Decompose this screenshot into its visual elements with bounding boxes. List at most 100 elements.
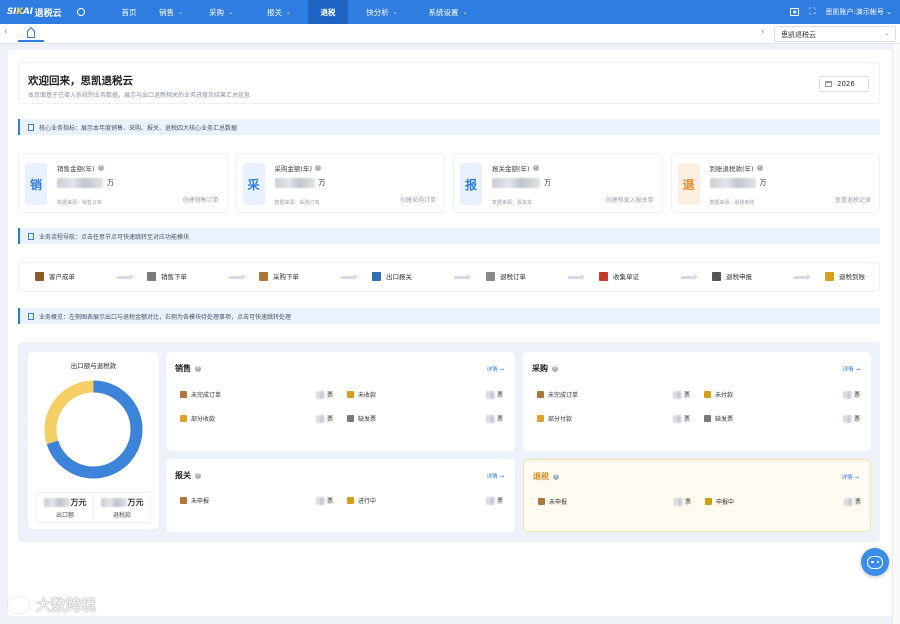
year-picker[interactable]: 2026 — [819, 76, 869, 92]
pending-item[interactable]: 未付款 — [704, 390, 733, 399]
panel-detail-link[interactable]: 详情 → — [487, 365, 504, 373]
tab-prev-icon[interactable]: ‹ — [761, 27, 765, 37]
business-flow: 客户成单 销售下单 采购下单 出口报关 退税订单 收集单证 退税申报 退税到账 — [18, 262, 880, 292]
help-icon[interactable]: ? — [315, 165, 322, 171]
metric-card-0: 销 销售金额(年)? 万数据来源：销售订单 创建销售订单 — [18, 153, 228, 213]
nav-item-0[interactable]: 首页 — [108, 0, 150, 24]
flow-step-3[interactable]: 出口报关 — [372, 271, 412, 281]
watermark: 大数跨境 — [8, 594, 96, 615]
flow-step-5[interactable]: 收集单证 — [599, 271, 639, 281]
card-action-link[interactable]: 创建销售订单 — [182, 195, 218, 204]
pending-item[interactable]: 未申报 — [538, 497, 567, 506]
flow-arrow-icon — [794, 274, 811, 280]
pending-count: 票 — [316, 390, 333, 399]
tab-scroll-left-icon[interactable]: ‹ — [4, 27, 8, 37]
masked-value — [316, 414, 325, 423]
nav-item-1[interactable]: 销售 ⌄ — [150, 0, 192, 24]
panel-detail-link[interactable]: 详情 → — [843, 365, 860, 373]
nav-item-2[interactable]: 采购 ⌄ — [192, 0, 250, 24]
export-refund-chart-card: 出口额与退税款 万元 出口额 万元 退税款 — [28, 352, 159, 529]
flow-step-0[interactable]: 客户成单 — [35, 271, 75, 281]
export-amount: 万元 出口额 — [37, 493, 93, 522]
masked-value — [316, 496, 325, 505]
watermark-logo-icon — [8, 596, 30, 613]
pending-item[interactable]: 缺发票 — [704, 414, 733, 423]
flow-step-1[interactable]: 销售下单 — [147, 271, 187, 281]
pending-item[interactable]: 进行中 — [347, 496, 376, 505]
page-scrollbar[interactable] — [892, 44, 900, 624]
app-logo[interactable]: SIKAI 退税云 — [0, 6, 80, 19]
assistant-button[interactable] — [861, 548, 889, 576]
pending-item[interactable]: 未完成订单 — [180, 390, 221, 399]
chevron-down-icon: ⌄ — [884, 29, 890, 37]
help-icon[interactable]: ? — [756, 165, 763, 171]
account-menu[interactable]: 思凯账户:演示帐号 ⌄ — [826, 7, 892, 17]
brand-name: 退税云 — [34, 8, 62, 19]
card-action-link[interactable]: 创建预录入报关单 — [605, 195, 653, 204]
export-refund-donut — [44, 380, 143, 479]
panel-detail-link[interactable]: 详情 → — [842, 473, 859, 481]
flow-arrow-icon — [454, 274, 471, 280]
money-bag-icon — [825, 271, 834, 281]
masked-value — [486, 414, 495, 423]
card-badge: 报 — [460, 163, 482, 205]
nav-item-6[interactable]: 系统设置 ⌄ — [416, 0, 480, 24]
help-icon[interactable]: ? — [532, 165, 539, 171]
chevron-down-icon: ⌄ — [227, 8, 234, 16]
company-select[interactable]: 思凯退税云 ⌄ — [774, 26, 896, 42]
refresh-icon[interactable] — [77, 8, 85, 16]
fullscreen-icon[interactable]: ⛶ — [809, 7, 815, 17]
help-icon[interactable]: ? — [553, 473, 559, 480]
card-source: 数据来源：销售订单 — [57, 200, 103, 206]
panel-detail-link[interactable]: 详情 → — [487, 472, 504, 480]
panel-refund: 退税? 详情 → 未申报 票 申报中 票 — [523, 459, 871, 532]
help-icon[interactable]: ? — [195, 365, 201, 372]
flow-step-4[interactable]: 退税订单 — [486, 271, 526, 281]
chevron-down-icon: ⌄ — [392, 8, 398, 16]
card-action-link[interactable]: 创建采购订单 — [400, 195, 436, 204]
doc-icon — [147, 271, 156, 281]
flow-step-7[interactable]: 退税到账 — [825, 271, 865, 281]
card-label: 到账退税款(年)? — [709, 165, 763, 173]
top-nav-bar: SIKAI 退税云 首页 销售 ⌄ 采购 ⌄ 报关 ⌄ 退税 快分析 ⌄ 系统设置 ⌄ ▣ ⛶ 思凯账… — [0, 0, 900, 24]
flow-step-2[interactable]: 采购下单 — [259, 271, 299, 281]
nav-item-4[interactable]: 退税 — [308, 0, 348, 24]
cart-icon — [35, 271, 44, 281]
flow-arrow-icon — [568, 274, 585, 280]
top-right-tools: ▣ ⛶ 思凯账户:演示帐号 ⌄ — [790, 0, 892, 24]
help-icon[interactable]: ? — [195, 472, 201, 479]
flag-icon — [712, 271, 721, 281]
pending-item[interactable]: 申报中 — [705, 497, 734, 506]
masked-value — [673, 390, 682, 399]
flow-step-6[interactable]: 退税申报 — [712, 271, 752, 281]
pending-item[interactable]: 部分付款 — [537, 414, 572, 423]
help-icon[interactable]: ? — [552, 365, 558, 372]
pending-count: 票 — [673, 414, 690, 423]
overview-area: 出口额与退税款 万元 出口额 万元 退税款 销售? 详情 → 未完成订单票未收款票部… — [18, 342, 880, 542]
pending-count: 票 — [843, 414, 860, 423]
card-value: 万 — [57, 178, 114, 188]
pending-item[interactable]: 部分收款 — [180, 414, 215, 423]
flow-arrow-icon — [341, 274, 358, 280]
masked-value — [486, 496, 495, 505]
help-icon[interactable]: ? — [97, 165, 104, 171]
pending-count: 票 — [486, 390, 503, 399]
pending-item[interactable]: 缺发票 — [347, 414, 376, 423]
nav-item-3[interactable]: 报关 ⌄ — [250, 0, 308, 24]
pending-item[interactable]: 未收款 — [347, 390, 376, 399]
robot-icon — [867, 555, 883, 569]
screen-icon[interactable]: ▣ — [790, 8, 800, 16]
money-bag-icon — [347, 391, 354, 398]
pending-item[interactable]: 未完成订单 — [537, 390, 578, 399]
pending-count: 票 — [674, 497, 691, 506]
tab-home[interactable] — [18, 26, 44, 42]
card-value: 万 — [274, 178, 326, 188]
card-action-link[interactable]: 查看退税记录 — [835, 195, 871, 204]
metric-cards: 销 销售金额(年)? 万数据来源：销售订单 创建销售订单 采 采购金额(年)? 万数据来源：… — [18, 153, 880, 213]
chevron-down-icon: ⌄ — [462, 8, 468, 16]
masked-value — [316, 390, 325, 399]
card-icon — [180, 415, 187, 422]
card-source: 数据来源：报关单 — [492, 200, 533, 206]
nav-item-5[interactable]: 快分析 ⌄ — [348, 0, 416, 24]
pending-item[interactable]: 未申报 — [180, 496, 209, 505]
